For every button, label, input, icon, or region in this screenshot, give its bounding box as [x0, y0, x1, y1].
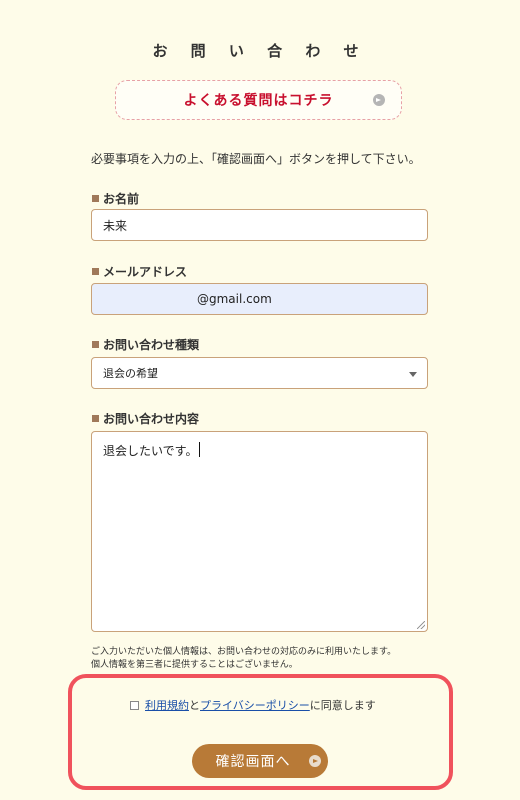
arrow-right-circle-icon	[373, 94, 385, 106]
faq-link-button[interactable]: よくある質問はコチラ	[115, 80, 402, 120]
faq-link-label: よくある質問はコチラ	[183, 93, 334, 109]
agreement-row: 利用規約 と プライバシーポリシー に同意します	[130, 697, 376, 713]
category-label: お問い合わせ種類	[92, 336, 199, 353]
square-bullet-icon	[92, 195, 99, 202]
email-input[interactable]: @gmail.com	[91, 283, 428, 315]
content-label: お問い合わせ内容	[92, 410, 199, 427]
intro-text: 必要事項を入力の上、「確認画面へ」ボタンを押して下さい。	[91, 152, 421, 166]
agree-checkbox[interactable]	[130, 700, 139, 710]
confirm-button[interactable]: 確認画面へ	[192, 744, 328, 778]
square-bullet-icon	[92, 341, 99, 348]
name-input[interactable]: 未来	[91, 209, 428, 241]
terms-link[interactable]: 利用規約	[145, 697, 189, 713]
square-bullet-icon	[92, 415, 99, 422]
content-textarea[interactable]: 退会したいです。	[91, 431, 428, 632]
privacy-policy-link[interactable]: プライバシーポリシー	[200, 697, 310, 713]
arrow-right-circle-icon	[309, 755, 321, 767]
resize-handle-icon[interactable]	[417, 621, 425, 629]
chevron-down-icon	[409, 372, 417, 377]
privacy-note: ご入力いただいた個人情報は、お問い合わせの対応のみに利用いたします。 個人情報を…	[91, 647, 397, 670]
category-select[interactable]: 退会の希望	[91, 357, 428, 389]
square-bullet-icon	[92, 268, 99, 275]
contact-page: お 問 い 合 わ せ よくある質問はコチラ 必要事項を入力の上、「確認画面へ」…	[0, 0, 520, 800]
page-title: お 問 い 合 わ せ	[152, 42, 368, 60]
email-label: メールアドレス	[92, 263, 187, 280]
text-cursor	[199, 442, 201, 457]
name-label: お名前	[92, 190, 139, 207]
